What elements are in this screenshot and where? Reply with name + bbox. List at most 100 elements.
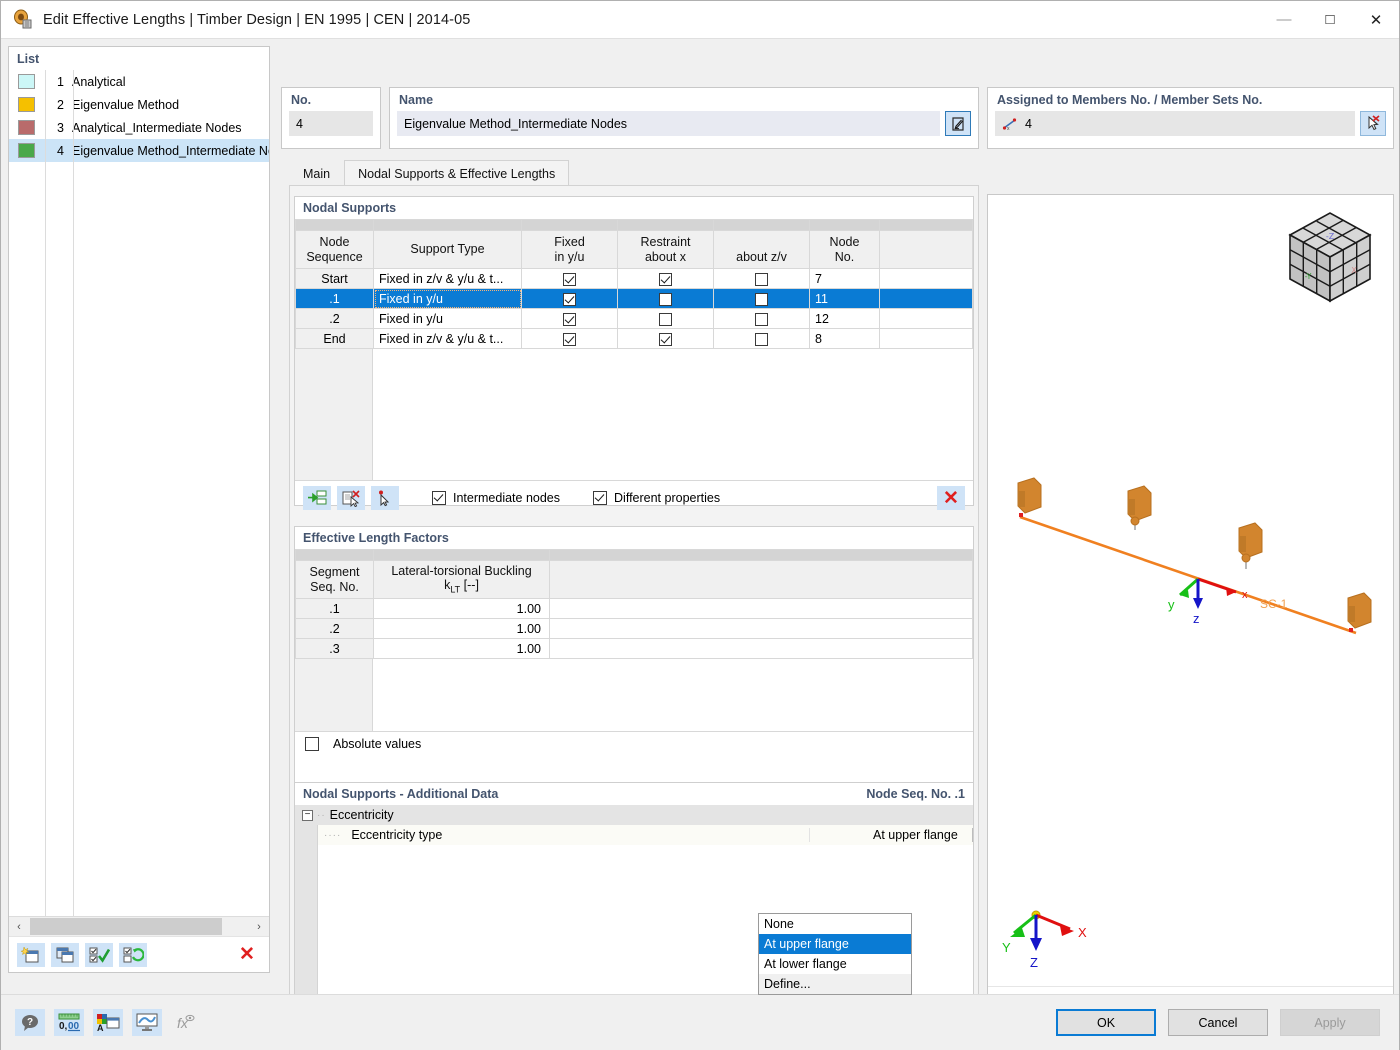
cell-about-zv[interactable] [713, 308, 810, 329]
table-row[interactable]: Start Fixed in z/v & y/u & t... 7 [295, 268, 973, 289]
assigned-value-field[interactable]: x 4 [995, 111, 1355, 136]
cell-fixed-yu[interactable] [521, 268, 618, 289]
close-button[interactable]: ✕ [1353, 1, 1399, 39]
dropdown-option-at-upper-flange[interactable]: At upper flange [759, 934, 911, 954]
viewport-canvas[interactable]: -Z -Y X x y z SC-1 X Y Z [988, 195, 1393, 1026]
name-input[interactable]: Eigenvalue Method_Intermediate Nodes [397, 111, 940, 136]
tree-group-eccentricity[interactable]: − ·· Eccentricity [295, 805, 973, 825]
new-item-button[interactable] [17, 942, 45, 967]
absolute-values-row[interactable]: Absolute values [295, 732, 973, 756]
checkbox-about-x[interactable] [659, 292, 672, 306]
maximize-button[interactable]: □ [1307, 1, 1353, 39]
cell-about-x[interactable] [617, 288, 714, 309]
cell-fixed-yu[interactable] [521, 288, 618, 309]
list-item[interactable]: 1 Analytical [9, 70, 269, 93]
table-row[interactable]: .2 Fixed in y/u 12 [295, 308, 973, 329]
nodal-supports-toolbar: Intermediate nodes Different properties … [295, 481, 973, 515]
cell-support-type[interactable]: Fixed in z/v & y/u & t... [373, 328, 522, 349]
different-properties-checkbox-row[interactable]: Different properties [593, 491, 720, 505]
display-properties-button[interactable]: A [93, 1009, 123, 1036]
list-item-selected[interactable]: 4 Eigenvalue Method_Intermediate No [9, 139, 269, 162]
checkbox-fixed-yu[interactable] [563, 272, 576, 286]
dropdown-option-none[interactable]: None [759, 914, 911, 934]
name-field-box: Name Eigenvalue Method_Intermediate Node… [389, 87, 979, 149]
cell-support-type[interactable]: Fixed in y/u [373, 288, 522, 309]
insert-row-button[interactable] [303, 486, 331, 510]
checkbox-about-zv[interactable] [755, 312, 768, 326]
list-horizontal-scrollbar[interactable]: ‹ › [9, 916, 269, 936]
collapse-icon[interactable]: − [302, 809, 313, 821]
scrollbar-track[interactable] [223, 917, 249, 936]
cell-about-zv[interactable] [713, 288, 810, 309]
list-item[interactable]: 2 Eigenvalue Method [9, 93, 269, 116]
dropdown-option-define[interactable]: Define... [759, 974, 911, 994]
copy-item-button[interactable] [51, 942, 79, 967]
pick-deselect-icon[interactable] [1360, 111, 1386, 136]
pick-node-button[interactable] [371, 486, 399, 510]
checkbox-fixed-yu[interactable] [563, 292, 576, 306]
table-row[interactable]: .2 1.00 [295, 618, 973, 639]
units-button[interactable]: 0, 00 [54, 1009, 84, 1036]
cell-support-type[interactable]: Fixed in z/v & y/u & t... [373, 268, 522, 289]
color-swatch [18, 120, 35, 135]
assigned-caption: Assigned to Members No. / Member Sets No… [997, 93, 1263, 107]
minimize-button[interactable]: — [1261, 1, 1307, 39]
table-row-selected[interactable]: .1 Fixed in y/u 11 [295, 288, 973, 309]
checkbox-fixed-yu[interactable] [563, 332, 576, 346]
checkbox-about-x[interactable] [659, 272, 672, 286]
header-segment-seq-no: Segment Seq. No. [295, 560, 374, 599]
cell-about-x[interactable] [617, 328, 714, 349]
delete-item-button[interactable]: ✕ [233, 943, 261, 967]
eccentricity-type-value[interactable]: At upper flange [868, 828, 973, 842]
model-viewport[interactable]: -Z -Y X x y z SC-1 X Y Z [987, 194, 1394, 1027]
number-field-value[interactable]: 4 [289, 111, 373, 136]
cell-fixed-yu[interactable] [521, 308, 618, 329]
select-all-button[interactable] [85, 942, 113, 967]
color-swatch [18, 74, 35, 89]
checkbox-about-x[interactable] [659, 332, 672, 346]
eccentricity-type-dropdown[interactable]: None At upper flange At lower flange Def… [758, 913, 912, 995]
checkbox-about-zv[interactable] [755, 272, 768, 286]
intermediate-nodes-checkbox-row[interactable]: Intermediate nodes [432, 491, 560, 505]
graphic-button[interactable] [132, 1009, 162, 1036]
scroll-right-icon[interactable]: › [249, 917, 269, 936]
invert-selection-button[interactable] [119, 942, 147, 967]
dropdown-option-at-lower-flange[interactable]: At lower flange [759, 954, 911, 974]
cell-node-no[interactable]: 7 [809, 268, 880, 289]
ok-button[interactable]: OK [1056, 1009, 1156, 1036]
scroll-left-icon[interactable]: ‹ [9, 917, 29, 936]
nodal-support-start [1017, 477, 1042, 517]
tree-item-eccentricity-type[interactable]: ···· Eccentricity type At upper flange [318, 825, 973, 845]
cell-fixed-yu[interactable] [521, 328, 618, 349]
help-button[interactable]: ? [15, 1009, 45, 1036]
edit-name-icon[interactable] [945, 111, 971, 136]
cell-klt[interactable]: 1.00 [373, 618, 550, 639]
table-row[interactable]: End Fixed in z/v & y/u & t... 8 [295, 328, 973, 349]
absolute-values-checkbox[interactable] [305, 737, 319, 751]
checkbox-fixed-yu[interactable] [563, 312, 576, 326]
cell-node-no[interactable]: 12 [809, 308, 880, 329]
checkbox-about-zv[interactable] [755, 292, 768, 306]
different-properties-checkbox[interactable] [593, 491, 608, 505]
table-row[interactable]: .1 1.00 [295, 598, 973, 619]
checkbox-about-x[interactable] [659, 312, 672, 326]
table-row[interactable]: .3 1.00 [295, 638, 973, 659]
cancel-button[interactable]: Cancel [1168, 1009, 1268, 1036]
cell-about-zv[interactable] [713, 268, 810, 289]
intermediate-nodes-checkbox[interactable] [432, 491, 446, 505]
cell-about-zv[interactable] [713, 328, 810, 349]
checkbox-about-zv[interactable] [755, 332, 768, 346]
cell-klt[interactable]: 1.00 [373, 638, 550, 659]
cell-klt[interactable]: 1.00 [373, 598, 550, 619]
dialog-body: List 1 Analytical 2 Eigenvalue Method 3 [1, 39, 1399, 1050]
delete-nodal-support-button[interactable]: ✕ [937, 486, 965, 510]
cell-node-no[interactable]: 11 [809, 288, 880, 309]
cell-support-type[interactable]: Fixed in y/u [373, 308, 522, 329]
cell-about-x[interactable] [617, 268, 714, 289]
edit-row-button[interactable] [337, 486, 365, 510]
cell-about-x[interactable] [617, 308, 714, 329]
scrollbar-thumb[interactable] [30, 918, 222, 935]
list-item[interactable]: 3 Analytical_Intermediate Nodes [9, 116, 269, 139]
dialog-bottom-bar: ? 0, 00 A fx OK Cancel Apply [1, 994, 1399, 1050]
cell-node-no[interactable]: 8 [809, 328, 880, 349]
